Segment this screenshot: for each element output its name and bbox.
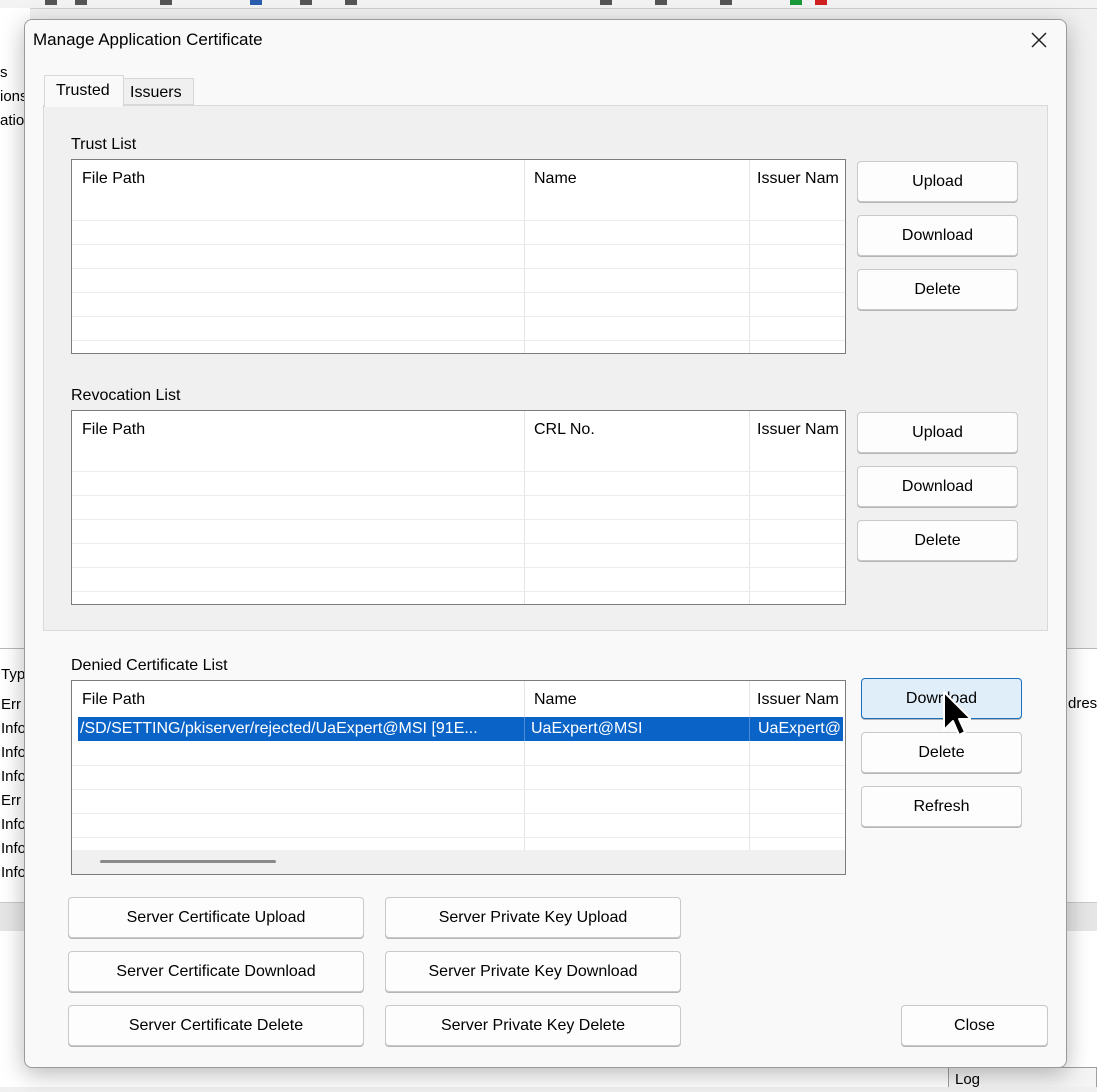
table-header: File Path Name Issuer Nam — [72, 160, 845, 198]
column-divider — [749, 160, 750, 353]
row-line — [72, 244, 845, 245]
toolbar-icon — [300, 0, 312, 5]
row-line — [72, 340, 845, 341]
tab-issuers[interactable]: Issuers — [124, 78, 194, 105]
row-line — [72, 789, 845, 790]
row-line — [72, 837, 845, 838]
column-divider — [524, 411, 525, 604]
server-certificate-upload-button[interactable]: Server Certificate Upload — [68, 897, 364, 938]
dialog-close-button[interactable] — [1022, 26, 1056, 54]
column-divider — [524, 681, 525, 874]
revocation-upload-button[interactable]: Upload — [857, 412, 1018, 453]
horizontal-scrollbar[interactable] — [72, 850, 845, 874]
manage-certificate-dialog: Manage Application Certificate Trusted I… — [24, 19, 1067, 1068]
row-line — [72, 543, 845, 544]
toolbar-icon — [45, 0, 57, 5]
row-line — [72, 220, 845, 221]
column-divider — [749, 681, 750, 874]
server-private-key-download-button[interactable]: Server Private Key Download — [385, 951, 681, 992]
log-tab[interactable]: Log — [948, 1067, 1097, 1088]
toolbar-icon — [160, 0, 172, 5]
denied-list-table[interactable]: File Path Name Issuer Nam /SD/SETTING/pk… — [71, 680, 846, 875]
server-certificate-download-button[interactable]: Server Certificate Download — [68, 951, 364, 992]
trust-list-table[interactable]: File Path Name Issuer Nam — [71, 159, 846, 354]
cell-issuer-name: UaExpert@ — [749, 717, 843, 741]
toolbar-icon — [790, 0, 802, 5]
server-private-key-upload-button[interactable]: Server Private Key Upload — [385, 897, 681, 938]
toolbar-icon — [655, 0, 667, 5]
column-header-file-path[interactable]: File Path — [72, 411, 524, 449]
dialog-title: Manage Application Certificate — [33, 30, 263, 49]
table-header: File Path CRL No. Issuer Nam — [72, 411, 845, 449]
revocation-list-table[interactable]: File Path CRL No. Issuer Nam — [71, 410, 846, 605]
column-header-file-path[interactable]: File Path — [72, 681, 524, 719]
table-header: File Path Name Issuer Nam — [72, 681, 845, 719]
denied-refresh-button[interactable]: Refresh — [861, 786, 1022, 827]
toolbar-icon — [600, 0, 612, 5]
log-column-header-address: dres — [1068, 695, 1097, 712]
column-header-name[interactable]: Name — [524, 681, 750, 719]
server-certificate-delete-button[interactable]: Server Certificate Delete — [68, 1005, 364, 1046]
trust-download-button[interactable]: Download — [857, 215, 1018, 256]
row-line — [72, 567, 845, 568]
server-private-key-delete-button[interactable]: Server Private Key Delete — [385, 1005, 681, 1046]
row-line — [72, 268, 845, 269]
toolbar-icon — [720, 0, 732, 5]
trust-delete-button[interactable]: Delete — [857, 269, 1018, 310]
scrollbar-thumb[interactable] — [100, 860, 276, 863]
revocation-delete-button[interactable]: Delete — [857, 520, 1018, 561]
column-header-file-path[interactable]: File Path — [72, 160, 524, 198]
cell-file-path: /SD/SETTING/pkiserver/rejected/UaExpert@… — [80, 720, 478, 737]
row-line — [72, 813, 845, 814]
denied-delete-button[interactable]: Delete — [861, 732, 1022, 773]
column-header-issuer-name[interactable]: Issuer Nam — [749, 411, 845, 449]
toolbar-icon — [345, 0, 357, 5]
toolbar-icon — [250, 0, 262, 5]
close-icon — [1031, 32, 1047, 48]
background-toolbar — [0, 0, 1097, 9]
toolbar-icon — [815, 0, 827, 5]
column-divider — [749, 411, 750, 604]
column-divider — [524, 160, 525, 353]
row-line — [72, 495, 845, 496]
cell-name: UaExpert@MSI — [524, 717, 750, 741]
mouse-pointer-icon — [943, 691, 971, 736]
revocation-download-button[interactable]: Download — [857, 466, 1018, 507]
row-line — [72, 292, 845, 293]
row-line — [72, 519, 845, 520]
trust-upload-button[interactable]: Upload — [857, 161, 1018, 202]
table-row-selected[interactable]: /SD/SETTING/pkiserver/rejected/UaExpert@… — [78, 717, 843, 741]
tab-trusted[interactable]: Trusted — [44, 75, 124, 107]
toolbar-icon — [75, 0, 87, 5]
row-line — [72, 471, 845, 472]
row-line — [72, 316, 845, 317]
row-line — [72, 591, 845, 592]
revocation-list-label: Revocation List — [71, 387, 181, 404]
close-button[interactable]: Close — [901, 1005, 1048, 1046]
column-header-issuer-name[interactable]: Issuer Nam — [749, 160, 845, 198]
column-header-name[interactable]: Name — [524, 160, 750, 198]
trust-list-label: Trust List — [71, 136, 137, 153]
column-header-issuer-name[interactable]: Issuer Nam — [749, 681, 845, 719]
row-line — [72, 765, 845, 766]
denied-list-label: Denied Certificate List — [71, 657, 228, 674]
column-header-crl-no[interactable]: CRL No. — [524, 411, 750, 449]
